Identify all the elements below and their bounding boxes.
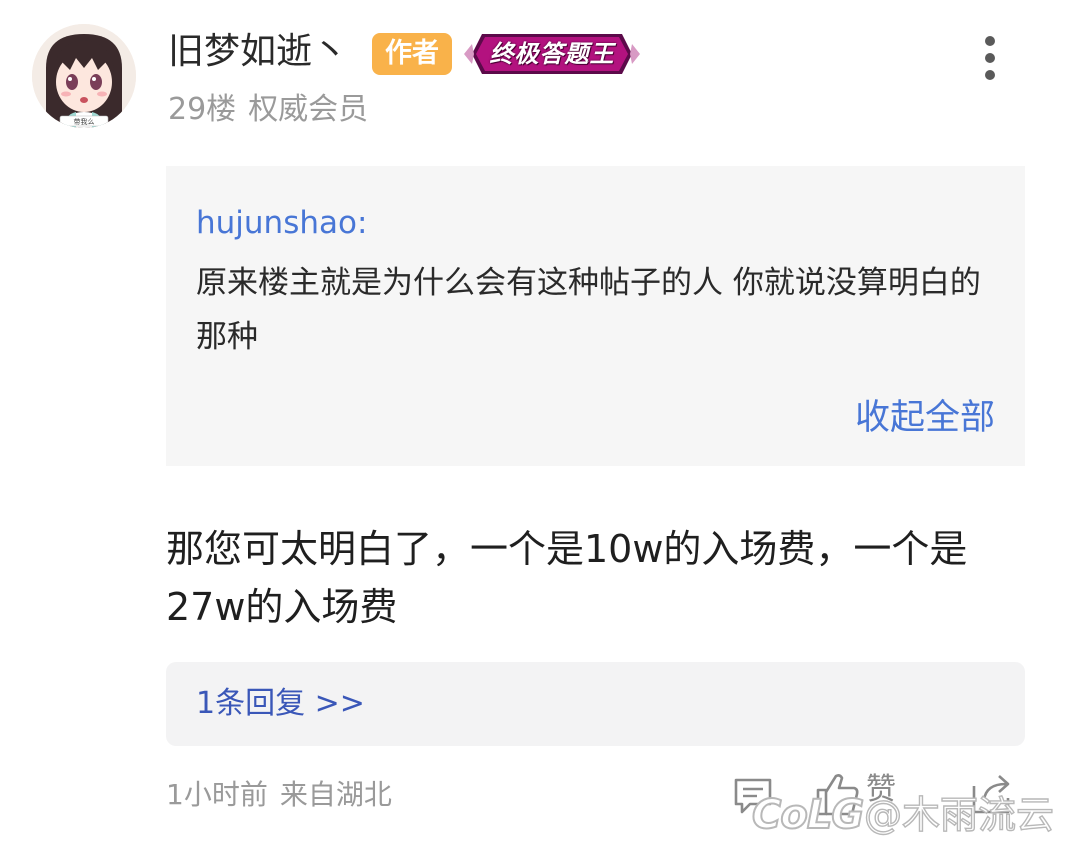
post-time: 1小时前 (166, 778, 268, 811)
watermark-logo: CoLG (751, 791, 865, 839)
quote-text: 原来楼主就是为什么会有这种帖子的人 你就说没算明白的那种 (196, 265, 981, 355)
watermark-text: @木雨流云 (863, 792, 1055, 837)
subreply-bar[interactable]: 1条回复 >> (166, 662, 1025, 746)
more-vertical-icon[interactable] (976, 36, 1004, 82)
author-badge: 作者 (372, 33, 452, 75)
quote-username[interactable]: hujunshao: (196, 202, 367, 244)
title-badge-label: 终极答题王 (489, 40, 615, 68)
quote-box: hujunshao: 原来楼主就是为什么会有这种帖子的人 你就说没算明白的那种 … (166, 166, 1025, 466)
username[interactable]: 旧梦如逝丶 (168, 28, 348, 76)
post-location: 来自湖北 (279, 778, 392, 811)
footer-meta: 1小时前 来自湖北 (166, 775, 392, 815)
avatar-caption: 带我么 (74, 117, 95, 126)
avatar-image: 带我么 (32, 24, 136, 128)
reply-text: 那您可太明白了，一个是10w的入场费，一个是27w的入场费 (166, 527, 968, 629)
post-meta: 29楼 权威会员 (168, 88, 368, 132)
member-level: 权威会员 (248, 92, 369, 127)
floor-number: 29楼 (168, 92, 237, 127)
avatar[interactable]: 带我么 (32, 24, 136, 128)
collapse-all-button[interactable]: 收起全部 (855, 394, 995, 442)
subreply-link[interactable]: 1条回复 >> (196, 682, 365, 726)
title-badge[interactable]: 终极答题王 (464, 30, 640, 78)
